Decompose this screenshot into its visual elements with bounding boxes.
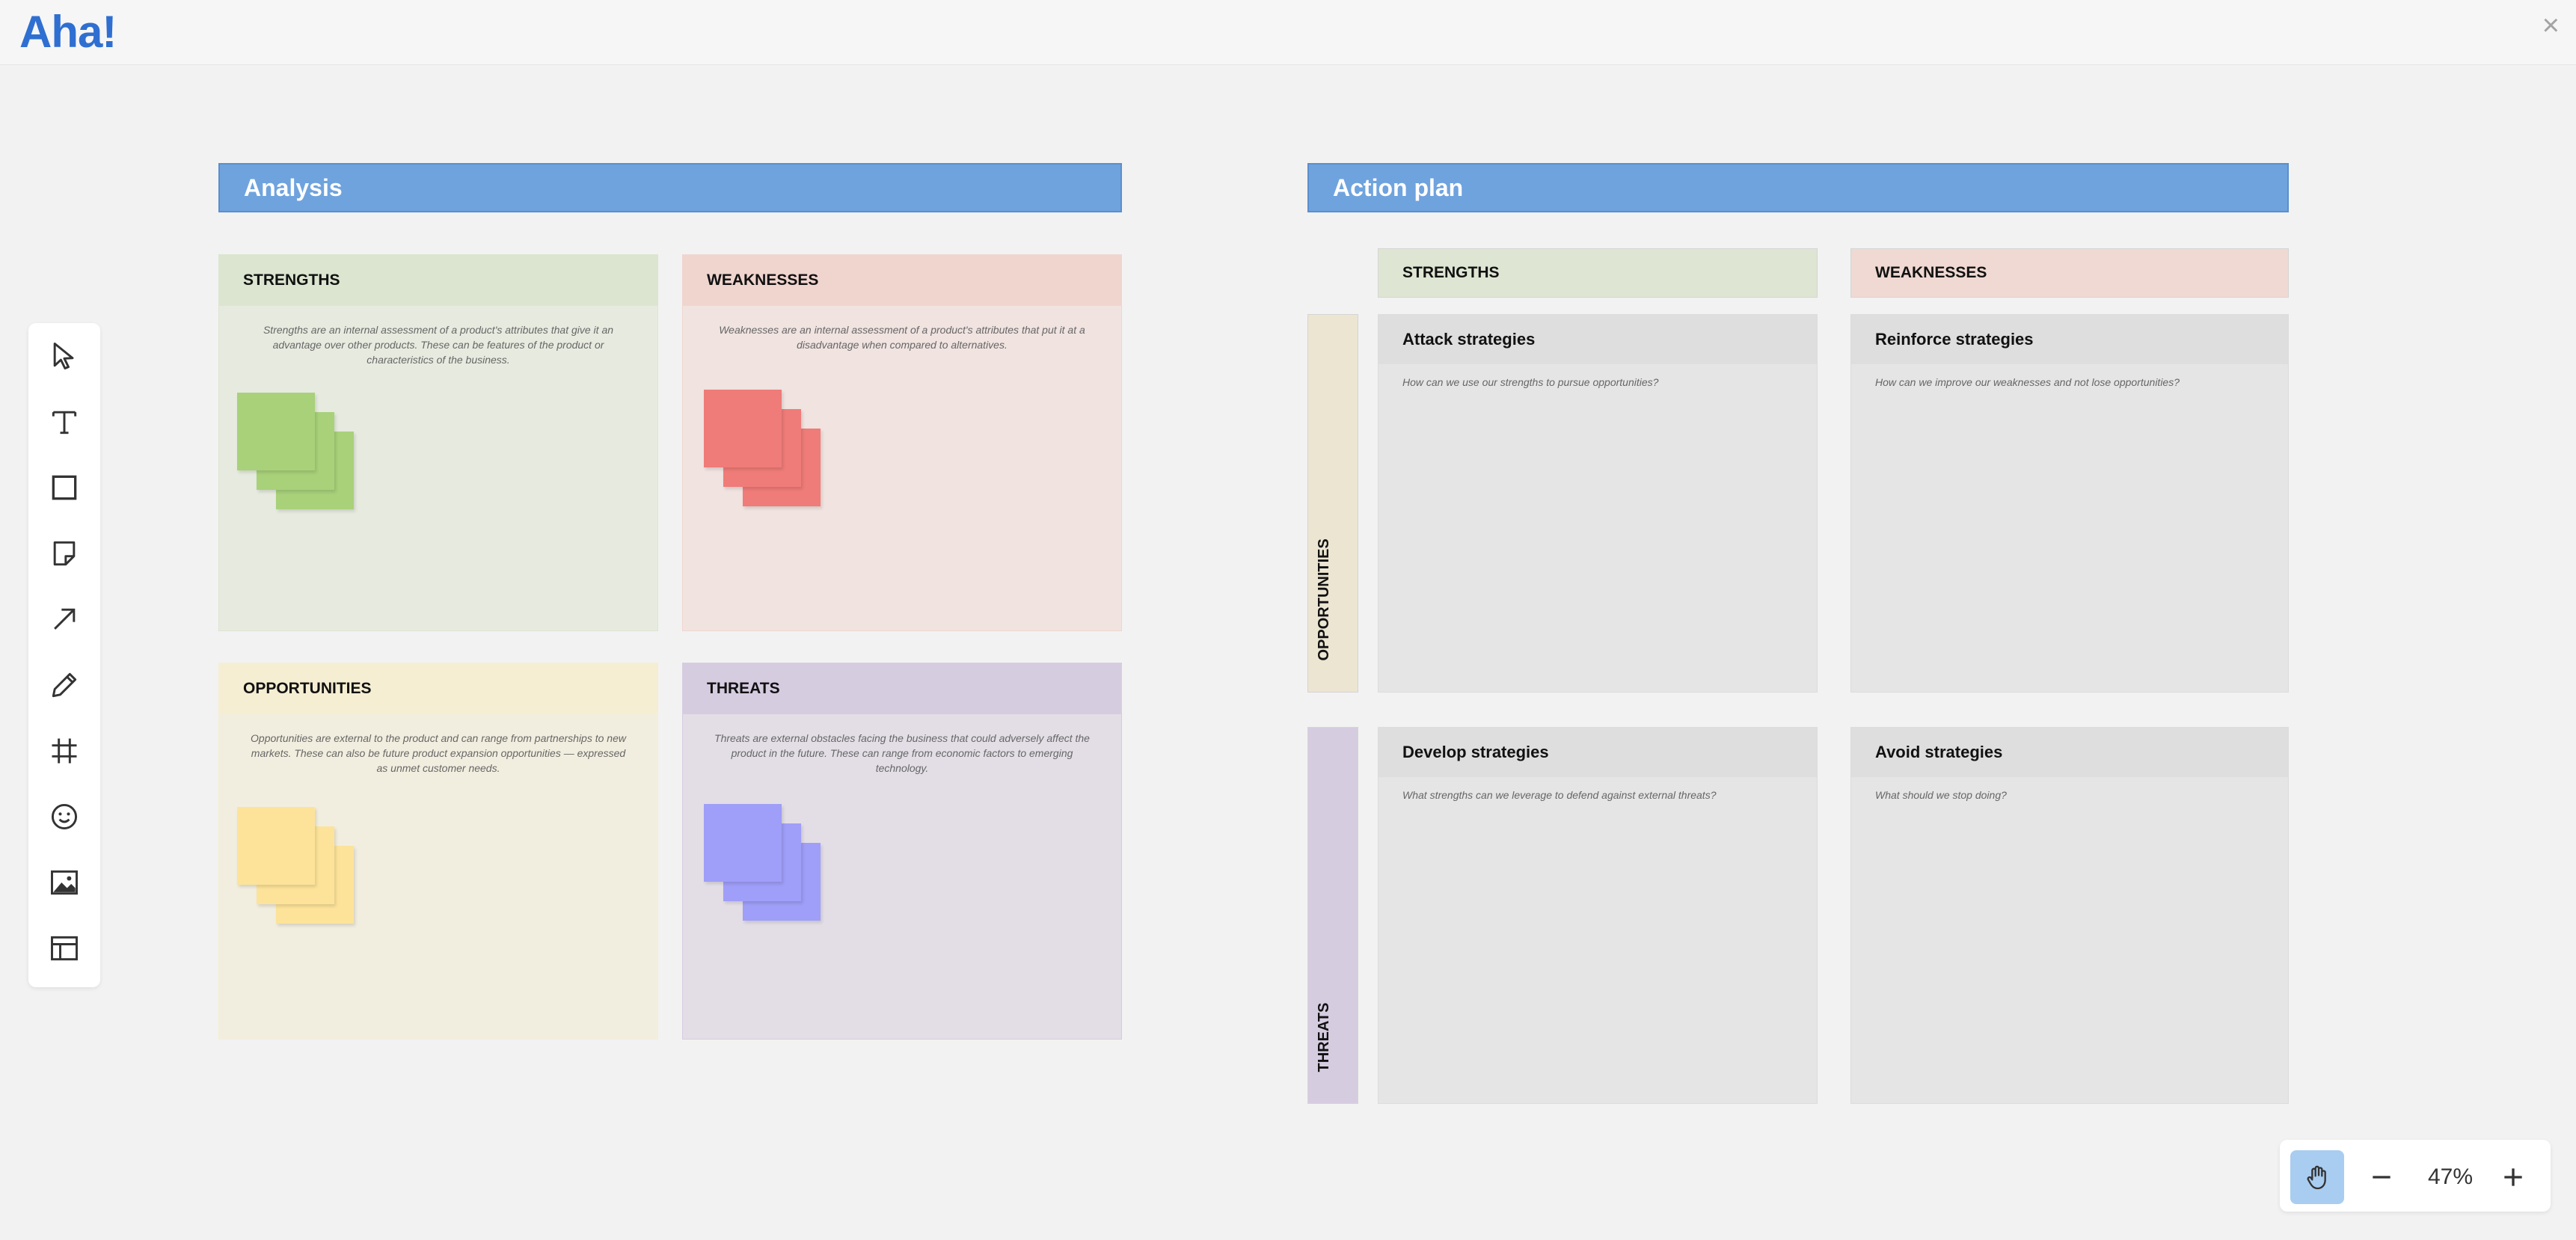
attack-strategies-cell[interactable]: Attack strategies How can we use our str… (1378, 314, 1818, 693)
square-icon[interactable] (42, 465, 87, 510)
quadrant-description: Weaknesses are an internal assessment of… (719, 324, 1085, 351)
cell-description: How can we use our strengths to pursue o… (1402, 376, 1659, 388)
cell-description: How can we improve our weaknesses and no… (1875, 376, 2180, 388)
row-label-opportunities[interactable]: OPPORTUNITIES (1307, 314, 1358, 693)
top-bar: Aha! × (0, 0, 2576, 65)
frame-icon[interactable] (42, 728, 87, 773)
row-label-text: THREATS (1316, 1002, 1332, 1072)
avoid-strategies-cell[interactable]: Avoid strategies What should we stop doi… (1850, 727, 2289, 1104)
sticky-note-icon[interactable] (42, 531, 87, 576)
aha-logo[interactable]: Aha! (19, 6, 117, 58)
smiley-icon[interactable] (42, 794, 87, 839)
quadrant-description: Opportunities are external to the produc… (251, 732, 626, 774)
text-icon[interactable] (42, 399, 87, 444)
hand-icon (2307, 1165, 2326, 1190)
opportunities-quadrant[interactable]: OPPORTUNITIES Opportunities are external… (218, 663, 658, 1040)
template-icon[interactable] (42, 926, 87, 971)
drawing-toolbar (28, 323, 100, 987)
quadrant-title: STRENGTHS (219, 255, 657, 306)
quadrant-title: WEAKNESSES (683, 255, 1121, 306)
plus-icon (2504, 1168, 2522, 1186)
analysis-header[interactable]: Analysis (218, 163, 1122, 212)
cursor-arrow-icon[interactable] (42, 334, 87, 378)
image-icon[interactable] (42, 860, 87, 905)
sticky-note[interactable] (704, 804, 782, 882)
close-icon[interactable]: × (2542, 10, 2560, 40)
zoom-level: 47% (2427, 1164, 2474, 1189)
weaknesses-quadrant[interactable]: WEAKNESSES Weaknesses are an internal as… (682, 254, 1122, 631)
sticky-note[interactable] (237, 393, 315, 470)
cell-title: Attack strategies (1379, 315, 1817, 364)
strengths-quadrant[interactable]: STRENGTHS Strengths are an internal asse… (218, 254, 658, 631)
minus-icon (2373, 1176, 2391, 1179)
zoom-in-button[interactable] (2486, 1150, 2540, 1204)
cell-title: Avoid strategies (1851, 728, 2288, 777)
quadrant-description: Threats are external obstacles facing th… (714, 732, 1090, 774)
row-label-threats[interactable]: THREATS (1307, 727, 1358, 1104)
reinforce-strategies-cell[interactable]: Reinforce strategies How can we improve … (1850, 314, 2289, 693)
pan-hand-button[interactable] (2290, 1150, 2344, 1204)
action-plan-header[interactable]: Action plan (1307, 163, 2289, 212)
sticky-note[interactable] (704, 390, 782, 467)
column-header-weaknesses[interactable]: WEAKNESSES (1850, 248, 2289, 298)
quadrant-title: THREATS (683, 663, 1121, 714)
cell-description: What strengths can we leverage to defend… (1402, 789, 1717, 801)
row-label-text: OPPORTUNITIES (1316, 538, 1332, 661)
cell-title: Reinforce strategies (1851, 315, 2288, 364)
cell-description: What should we stop doing? (1875, 789, 2007, 801)
zoom-controls: 47% (2280, 1140, 2551, 1212)
sticky-note[interactable] (237, 807, 315, 885)
column-header-strengths[interactable]: STRENGTHS (1378, 248, 1818, 298)
pencil-icon[interactable] (42, 663, 87, 708)
zoom-out-button[interactable] (2355, 1150, 2408, 1204)
develop-strategies-cell[interactable]: Develop strategies What strengths can we… (1378, 727, 1818, 1104)
cell-title: Develop strategies (1379, 728, 1817, 777)
quadrant-title: OPPORTUNITIES (219, 663, 657, 714)
quadrant-description: Strengths are an internal assessment of … (263, 324, 614, 366)
arrow-icon[interactable] (42, 597, 87, 642)
threats-quadrant[interactable]: THREATS Threats are external obstacles f… (682, 663, 1122, 1040)
